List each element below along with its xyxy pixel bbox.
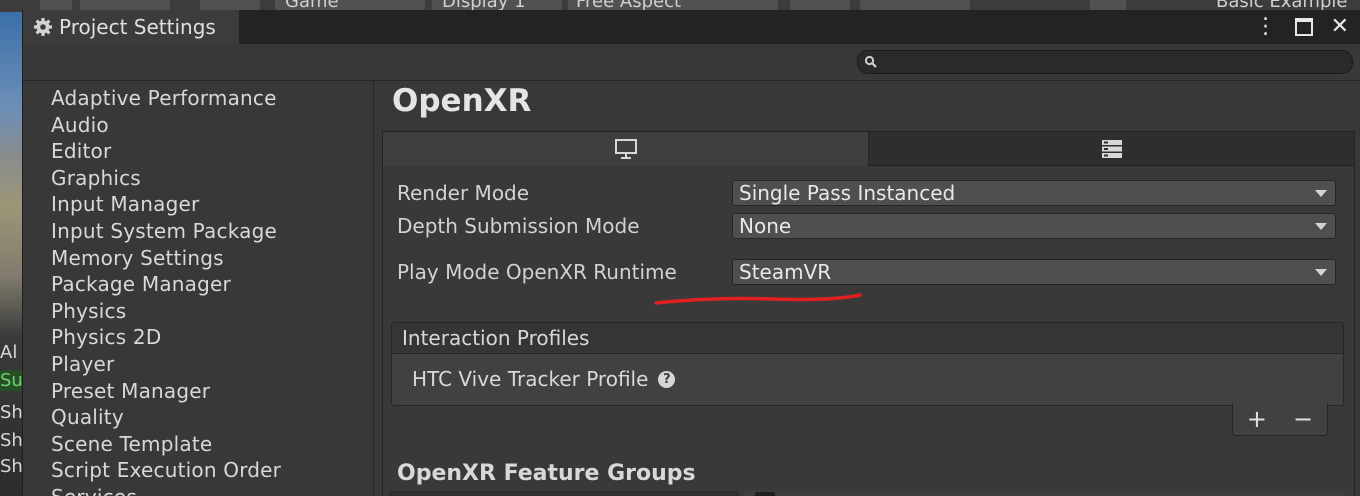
sidebar-item-scene-template[interactable]: Scene Template (51, 431, 373, 458)
render-mode-dropdown[interactable]: Single Pass Instanced (732, 180, 1336, 206)
bg-text: Al (0, 342, 18, 363)
bg-toolbar-button (200, 0, 260, 10)
server-icon (1101, 139, 1122, 158)
sidebar-item-quality[interactable]: Quality (51, 404, 373, 431)
bg-text: Sh (0, 456, 23, 477)
render-mode-field: Render Mode Single Pass Instanced (397, 180, 1342, 206)
render-mode-label: Render Mode (397, 181, 530, 205)
openxr-settings-panel: Render Mode Single Pass Instanced Depth … (382, 131, 1355, 496)
sidebar-item-preset-manager[interactable]: Preset Manager (51, 378, 373, 405)
bg-toolbar-button (790, 0, 850, 10)
bg-toolbar-button (80, 0, 170, 10)
sidebar-item-editor[interactable]: Editor (51, 138, 373, 165)
settings-search-input[interactable] (857, 50, 1353, 74)
tab-standalone[interactable] (383, 132, 868, 166)
sidebar-item-script-execution-order[interactable]: Script Execution Order (51, 457, 373, 484)
interaction-profiles-header: Interaction Profiles (392, 323, 1343, 354)
bg-toolbar-button (40, 0, 72, 10)
add-profile-button[interactable]: + (1247, 405, 1267, 433)
gear-icon (34, 18, 52, 36)
search-icon (864, 55, 877, 68)
bg-text: Su (0, 370, 23, 391)
list-item[interactable]: HTC Vive Tracker Profile ? (412, 367, 676, 391)
window-title: Project Settings (59, 15, 216, 39)
play-mode-runtime-dropdown[interactable]: SteamVR (732, 259, 1336, 285)
feature-checkbox[interactable] (755, 492, 775, 496)
bg-toolbar-button (1090, 0, 1126, 10)
depth-submission-label: Depth Submission Mode (397, 214, 640, 238)
sidebar-item-physics-2d[interactable]: Physics 2D (51, 324, 373, 351)
sidebar-item-audio[interactable]: Audio (51, 112, 373, 139)
bg-text: Sh (0, 430, 23, 451)
sidebar-item-adaptive-performance[interactable]: Adaptive Performance (51, 85, 373, 112)
play-mode-runtime-value: SteamVR (739, 260, 832, 284)
sidebar-item-services[interactable]: Services (51, 484, 373, 496)
sidebar-item-player[interactable]: Player (51, 351, 373, 378)
search-row (23, 44, 1360, 81)
chevron-down-icon (1315, 223, 1327, 230)
play-mode-runtime-field: Play Mode OpenXR Runtime SteamVR (397, 259, 1342, 285)
sidebar-item-graphics[interactable]: Graphics (51, 165, 373, 192)
chevron-down-icon (1315, 190, 1327, 197)
sidebar-item-physics[interactable]: Physics (51, 298, 373, 325)
red-underline-annotation (654, 293, 862, 305)
project-settings-window: Project Settings ⋮ ✕ Adaptive Performanc… (22, 10, 1360, 496)
depth-submission-field: Depth Submission Mode None (397, 213, 1342, 239)
sidebar-item-input-manager[interactable]: Input Manager (51, 191, 373, 218)
feature-groups-list[interactable] (389, 491, 739, 496)
depth-submission-value: None (739, 214, 792, 238)
remove-profile-button[interactable]: − (1293, 405, 1313, 433)
list-add-remove-footer: + − (1232, 403, 1328, 436)
settings-sidebar: Adaptive Performance Audio Editor Graphi… (23, 81, 374, 496)
window-tab[interactable]: Project Settings (23, 10, 239, 44)
close-icon[interactable]: ✕ (1331, 14, 1349, 39)
render-mode-value: Single Pass Instanced (739, 181, 956, 205)
feature-groups-title: OpenXR Feature Groups (397, 461, 696, 486)
depth-submission-dropdown[interactable]: None (732, 213, 1336, 239)
sidebar-item-input-system-package[interactable]: Input System Package (51, 218, 373, 245)
chevron-down-icon (1315, 269, 1327, 276)
sidebar-item-memory-settings[interactable]: Memory Settings (51, 245, 373, 272)
bg-text: Sh (0, 402, 23, 423)
maximize-icon[interactable] (1294, 17, 1313, 36)
platform-tabs (383, 132, 1354, 166)
window-titlebar: Project Settings ⋮ ✕ (23, 10, 1360, 44)
tab-dedicated-server[interactable] (868, 132, 1354, 166)
background-scene-strip: Al Su Sh Sh Sh (0, 12, 23, 496)
play-mode-runtime-label: Play Mode OpenXR Runtime (397, 260, 677, 284)
monitor-icon (614, 139, 637, 159)
window-controls: ⋮ ✕ (1255, 14, 1349, 39)
page-title: OpenXR (392, 83, 532, 119)
feature-list (745, 491, 1345, 496)
bg-toolbar-search (860, 0, 970, 10)
interaction-profiles-list: Interaction Profiles HTC Vive Tracker Pr… (391, 322, 1344, 406)
profile-label: HTC Vive Tracker Profile (412, 367, 649, 391)
help-icon[interactable]: ? (658, 370, 676, 388)
sidebar-item-package-manager[interactable]: Package Manager (51, 271, 373, 298)
more-options-icon[interactable]: ⋮ (1255, 14, 1277, 39)
settings-content: OpenXR Render Mode Single Pass Instanced… (374, 81, 1360, 496)
